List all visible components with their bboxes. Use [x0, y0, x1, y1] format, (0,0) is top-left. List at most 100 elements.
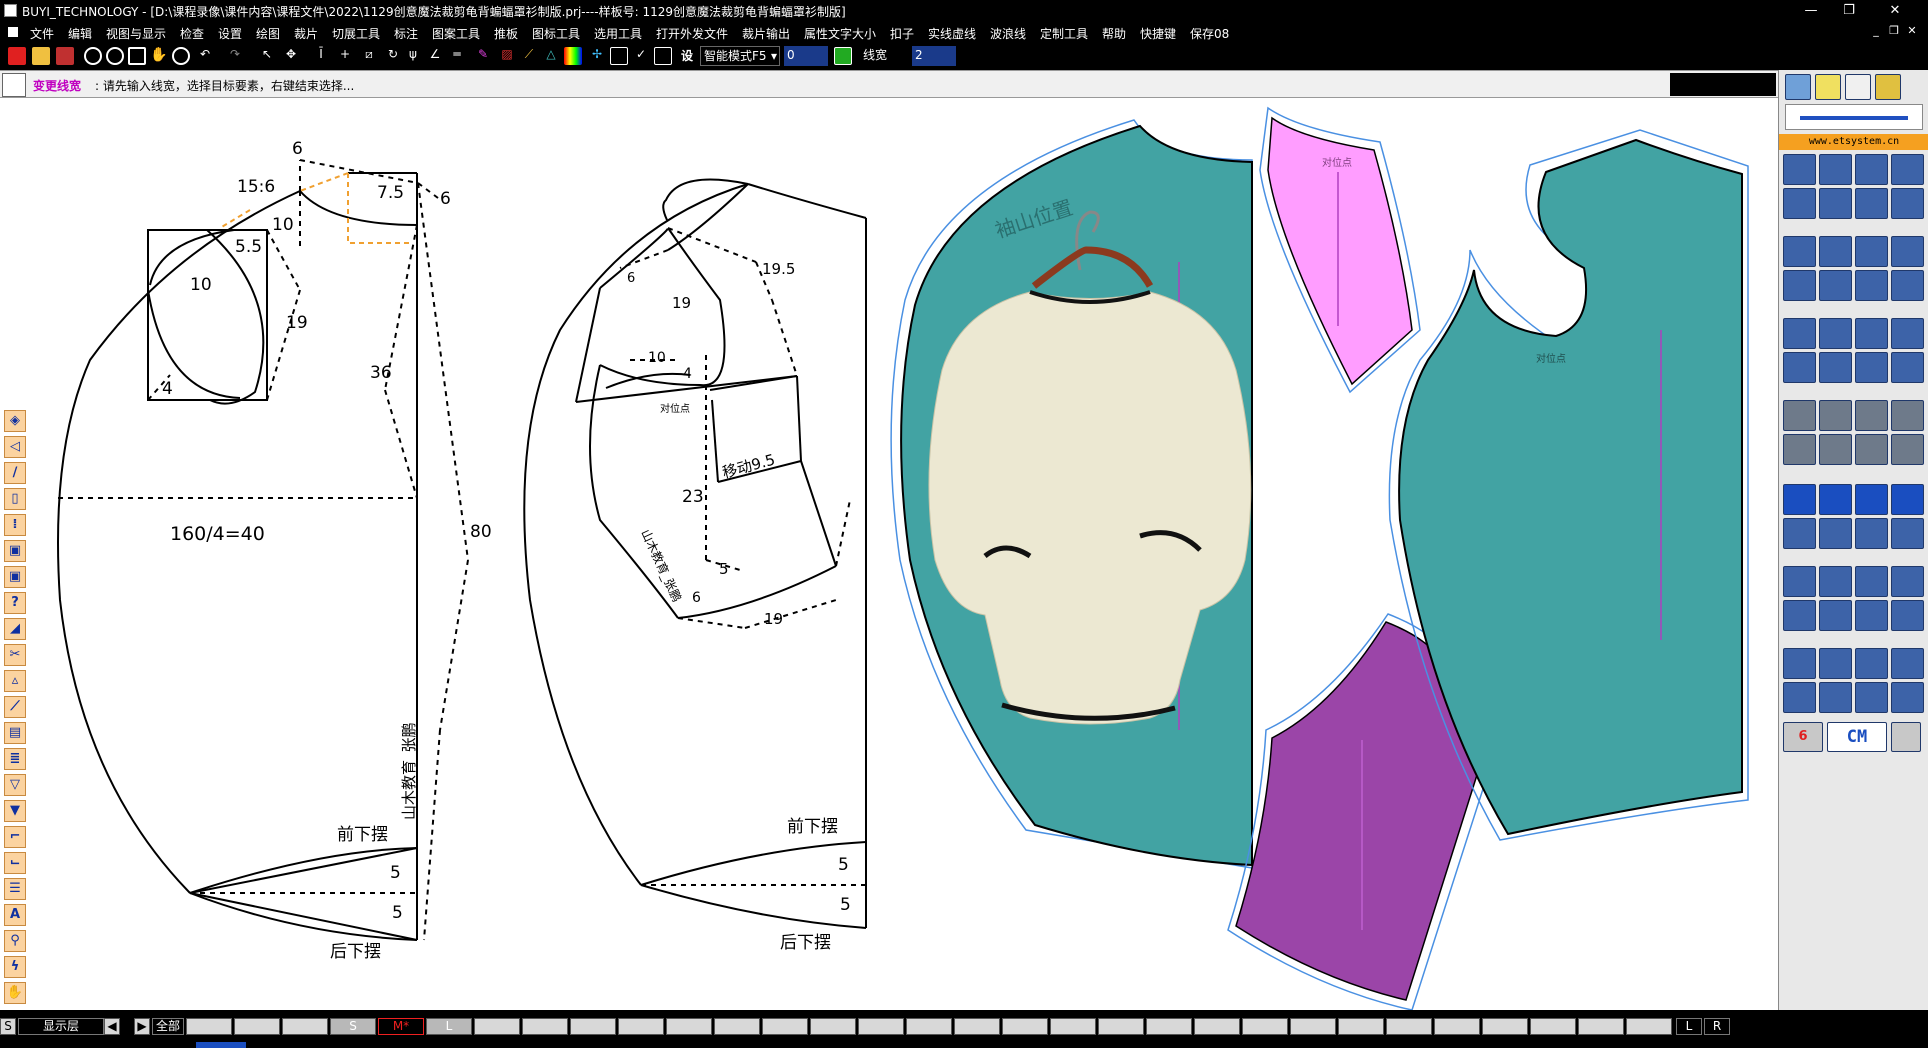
menu-shortcuts[interactable]: 快捷键: [1140, 25, 1176, 42]
size-slot-s[interactable]: S: [330, 1018, 376, 1035]
mode-select[interactable]: 智能模式F5 ▾: [700, 46, 780, 66]
trim-icon[interactable]: ⧄: [360, 47, 378, 65]
size-slot-l[interactable]: L: [426, 1018, 472, 1035]
misc-tool-01-icon[interactable]: [1783, 566, 1816, 597]
size-slot-3[interactable]: [282, 1018, 328, 1035]
stitch-tool-07-icon[interactable]: [1855, 434, 1888, 465]
size-slot-12[interactable]: [714, 1018, 760, 1035]
ruler-tool-icon[interactable]: ⟋: [4, 696, 26, 718]
pin-tool-icon[interactable]: ⚲: [4, 930, 26, 952]
gear-icon[interactable]: [1845, 74, 1871, 100]
menu-custom-tools[interactable]: 定制工具: [1040, 25, 1088, 42]
hand-tool-icon[interactable]: ✋: [4, 982, 26, 1004]
glove-icon[interactable]: [1855, 352, 1888, 383]
display-layer-button[interactable]: 显示层: [18, 1018, 104, 1035]
menu-text-size[interactable]: 属性文字大小: [804, 25, 876, 42]
sewing-machine-icon[interactable]: [1783, 318, 1816, 349]
hatch-icon[interactable]: ▨: [498, 47, 516, 65]
step-tool-icon[interactable]: ⌙: [4, 852, 26, 874]
unit-count-button[interactable]: 6: [1783, 722, 1823, 752]
archive-icon[interactable]: [1875, 74, 1901, 100]
color-icon[interactable]: [564, 47, 582, 65]
new-file-icon[interactable]: [8, 47, 26, 65]
size-slot-25[interactable]: [1338, 1018, 1384, 1035]
menu-edit[interactable]: 编辑: [68, 25, 92, 42]
grid-icon[interactable]: [610, 47, 628, 65]
pattern-tool-08-icon[interactable]: [1891, 188, 1924, 219]
misc-tool-08-icon[interactable]: [1891, 600, 1924, 631]
scissors-tool-icon[interactable]: ✂: [4, 644, 26, 666]
layout-icon[interactable]: [1785, 74, 1811, 100]
mirror-icon[interactable]: ψ: [404, 47, 422, 65]
zoom-in-icon[interactable]: [106, 47, 124, 65]
size-slot-10[interactable]: [618, 1018, 664, 1035]
mdi-minimize-icon[interactable]: _: [1868, 24, 1884, 40]
size-slot-19[interactable]: [1050, 1018, 1096, 1035]
dart-tool-icon[interactable]: ▽: [4, 774, 26, 796]
pattern-tool-05-icon[interactable]: [1783, 188, 1816, 219]
misc-tool-06-icon[interactable]: [1819, 600, 1852, 631]
output-tool-05-icon[interactable]: [1783, 518, 1816, 549]
menu-view[interactable]: 视图与显示: [106, 25, 166, 42]
zoom-out-icon[interactable]: [84, 47, 102, 65]
next-layer-button[interactable]: ▶: [134, 1018, 150, 1035]
menu-save08[interactable]: 保存08: [1190, 25, 1229, 42]
save-icon[interactable]: [56, 47, 74, 65]
bolt-tool-icon[interactable]: ϟ: [4, 956, 26, 978]
stitch-tool-03-icon[interactable]: [1855, 400, 1888, 431]
funnel-tool-icon[interactable]: ▼: [4, 800, 26, 822]
menu-annotate[interactable]: 标注: [394, 25, 418, 42]
stitch-tool-01-icon[interactable]: [1783, 400, 1816, 431]
output-tool-03-icon[interactable]: [1855, 484, 1888, 515]
mdi-restore-icon[interactable]: ❐: [1886, 24, 1902, 40]
notch-icon[interactable]: ✓: [632, 47, 650, 65]
stitch-tool-04-icon[interactable]: [1891, 400, 1924, 431]
output-tool-07-icon[interactable]: [1855, 518, 1888, 549]
text-tool-icon[interactable]: A: [4, 904, 26, 926]
menu-draw[interactable]: 绘图: [256, 25, 280, 42]
pattern-tool-12-icon[interactable]: [1891, 236, 1924, 267]
output-tool-04-icon[interactable]: [1891, 484, 1924, 515]
misc-tool-12-icon[interactable]: [1891, 648, 1924, 679]
all-layers-button[interactable]: 全部: [152, 1018, 184, 1035]
pattern-tool-04-icon[interactable]: [1891, 154, 1924, 185]
size-slot-13[interactable]: [762, 1018, 808, 1035]
plus-icon[interactable]: [1891, 566, 1924, 597]
lines-tool-icon[interactable]: ☰: [4, 878, 26, 900]
misc-tool-11-icon[interactable]: [1855, 648, 1888, 679]
corner-tool-icon[interactable]: ⌐: [4, 826, 26, 848]
boot-icon[interactable]: [1891, 352, 1924, 383]
pattern-tool-02-icon[interactable]: [1819, 154, 1852, 185]
menu-icon-tools[interactable]: 图标工具: [532, 25, 580, 42]
menu-help[interactable]: 帮助: [1102, 25, 1126, 42]
bag-icon[interactable]: [1891, 318, 1924, 349]
crosshair-icon[interactable]: +: [336, 47, 354, 65]
menu-file[interactable]: 文件: [30, 25, 54, 42]
size-slot-16[interactable]: [906, 1018, 952, 1035]
size-slot-27[interactable]: [1434, 1018, 1480, 1035]
size-slot-21[interactable]: [1146, 1018, 1192, 1035]
size-slot-18[interactable]: [1002, 1018, 1048, 1035]
undo-icon[interactable]: ↶: [196, 47, 214, 65]
menu-wave-line[interactable]: 波浪线: [990, 25, 1026, 42]
pattern-tool-13-icon[interactable]: [1783, 270, 1816, 301]
close-button[interactable]: ✕: [1872, 0, 1918, 22]
size-slot-7[interactable]: [474, 1018, 520, 1035]
menu-pattern-tools[interactable]: 图案工具: [432, 25, 480, 42]
menu-grading[interactable]: 推板: [494, 25, 518, 42]
misc-tool-14-icon[interactable]: [1819, 682, 1852, 713]
size-slot-14[interactable]: [810, 1018, 856, 1035]
bucket-icon[interactable]: [1783, 352, 1816, 383]
output-tool-02-icon[interactable]: [1819, 484, 1852, 515]
line-width-input[interactable]: 2: [912, 46, 956, 66]
menu-slash-spread[interactable]: 切展工具: [332, 25, 380, 42]
pattern-tool-15-icon[interactable]: [1855, 270, 1888, 301]
unit-cm-button[interactable]: CM: [1827, 722, 1887, 752]
size-slot-15[interactable]: [858, 1018, 904, 1035]
menu-line-style[interactable]: 实线虚线: [928, 25, 976, 42]
pan-hand-icon[interactable]: ✋: [150, 47, 168, 65]
prev-layer-button[interactable]: ◀: [104, 1018, 120, 1035]
status-r-button[interactable]: R: [1704, 1018, 1730, 1035]
size-slot-29[interactable]: [1530, 1018, 1576, 1035]
size-slot-23[interactable]: [1242, 1018, 1288, 1035]
